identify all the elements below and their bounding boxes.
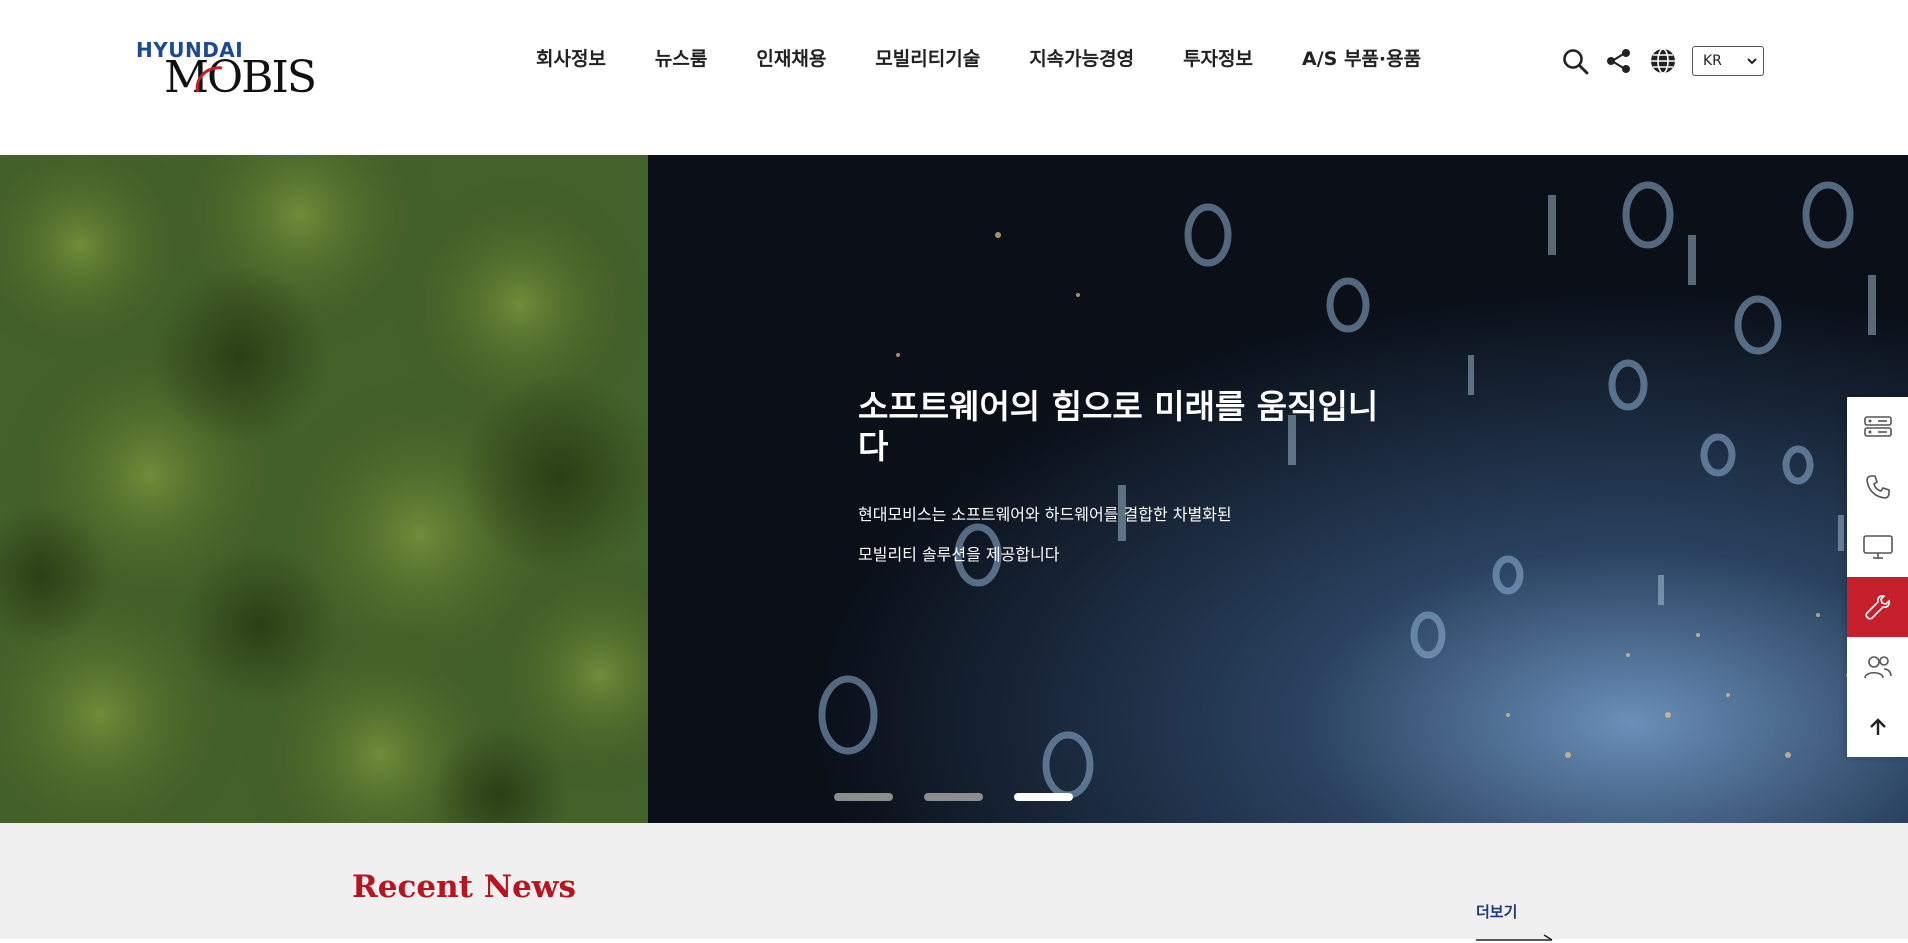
logo-swoosh-icon — [195, 66, 223, 93]
quick-menu-top[interactable] — [1847, 697, 1908, 757]
recent-news-section: Recent News 더보기 — [0, 823, 1908, 941]
news-more-link[interactable]: 더보기 — [1476, 901, 1517, 922]
nav-item-as-parts[interactable]: A/S 부품·용품 — [1302, 44, 1421, 71]
language-select[interactable]: KR — [1692, 46, 1764, 76]
nav-item-sustainability[interactable]: 지속가능경영 — [1029, 44, 1134, 71]
quick-menu-monitor[interactable] — [1847, 517, 1908, 577]
hyundai-mobis-logo[interactable]: HYUNDAI MOBIS — [136, 38, 317, 103]
nav-item-newsroom[interactable]: 뉴스룸 — [655, 44, 707, 71]
hero-desc-line-1: 현대모비스는 소프트웨어와 하드웨어를 결합한 차별화된 — [858, 505, 1232, 524]
server-icon — [1863, 416, 1892, 437]
monitor-icon — [1862, 535, 1893, 559]
quick-menu-wrench[interactable] — [1847, 577, 1908, 637]
quick-menu-phone[interactable] — [1847, 457, 1908, 517]
quick-menu-server[interactable] — [1847, 397, 1908, 457]
share-icon[interactable] — [1604, 46, 1634, 76]
nav-item-careers[interactable]: 인재채용 — [756, 44, 826, 71]
carousel-dot-2[interactable] — [924, 793, 983, 801]
chevron-down-icon — [1747, 58, 1757, 65]
hero-digital-image — [648, 155, 1908, 823]
hero-description: 현대모비스는 소프트웨어와 하드웨어를 결합한 차별화된 모빌리티 솔루션을 제… — [858, 495, 1378, 575]
arrow-right-icon — [1476, 934, 1553, 941]
recent-news-title: Recent News — [352, 869, 576, 905]
search-icon[interactable] — [1560, 46, 1590, 76]
carousel-pagination — [834, 793, 1073, 801]
nav-item-investors[interactable]: 투자정보 — [1183, 44, 1253, 71]
nav-item-mobility-tech[interactable]: 모빌리티기술 — [875, 44, 980, 71]
hero-carousel: 소프트웨어의 힘으로 미래를 움직입니다 현대모비스는 소프트웨어와 하드웨어를… — [0, 155, 1908, 823]
logo-main-text: MOBIS — [164, 52, 317, 103]
site-header: HYUNDAI MOBIS 회사정보 뉴스룸 인재채용 모빌리티기술 지속가능경… — [0, 0, 1908, 155]
hero-desc-line-2: 모빌리티 솔루션을 제공합니다 — [858, 545, 1060, 564]
language-select-value: KR — [1703, 53, 1722, 69]
nav-item-company[interactable]: 회사정보 — [536, 44, 606, 71]
carousel-dot-1[interactable] — [834, 793, 893, 801]
hero-forest-image — [0, 155, 648, 823]
quick-menu — [1847, 397, 1908, 757]
quick-menu-users[interactable] — [1847, 637, 1908, 697]
users-icon — [1863, 656, 1892, 679]
phone-icon — [1865, 475, 1890, 499]
hero-title: 소프트웨어의 힘으로 미래를 움직입니다 — [858, 387, 1379, 466]
header-utilities: KR — [1560, 46, 1764, 76]
carousel-dot-3[interactable] — [1014, 793, 1073, 801]
arrow-up-icon — [1869, 718, 1886, 735]
wrench-icon — [1864, 595, 1890, 620]
globe-icon[interactable] — [1648, 46, 1678, 76]
main-nav: 회사정보 뉴스룸 인재채용 모빌리티기술 지속가능경영 투자정보 A/S 부품·… — [536, 44, 1421, 71]
